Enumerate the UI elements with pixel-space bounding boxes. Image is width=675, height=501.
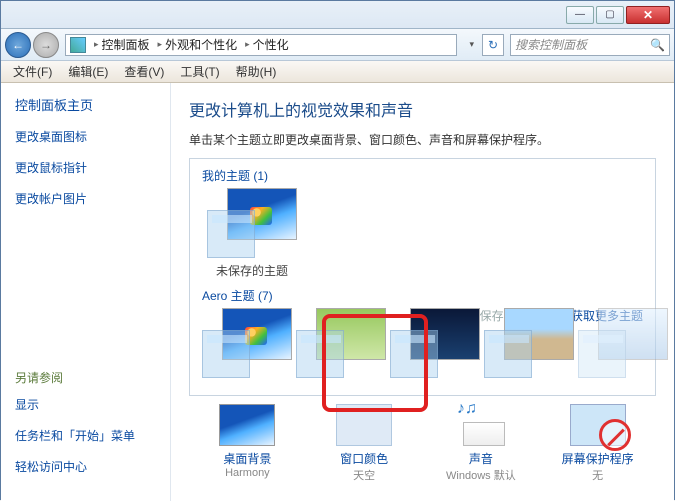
option-sound[interactable]: 声音 Windows 默认 [431,404,531,483]
crumb-control-panel[interactable]: ▸控制面板 [90,36,154,53]
back-button[interactable]: ← [5,32,31,58]
refresh-button[interactable]: ↻ [482,34,504,56]
sidebar-link-account-picture[interactable]: 更改帐户图片 [15,190,156,207]
content-pane: 更改计算机上的视觉效果和声音 单击某个主题立即更改桌面背景、窗口颜色、声音和屏幕… [171,83,674,501]
aero-themes-label: Aero 主题 (7) [202,287,643,304]
my-themes-label: 我的主题 (1) [202,167,643,184]
maximize-button[interactable]: ▢ [596,6,624,24]
sidebar-link-mouse-pointers[interactable]: 更改鼠标指针 [15,159,156,176]
page-heading: 更改计算机上的视觉效果和声音 [189,97,656,121]
see-also-label: 另请参阅 [15,369,156,386]
option-window-color[interactable]: 窗口颜色 天空 [314,404,414,483]
sidebar: 控制面板主页 更改桌面图标 更改鼠标指针 更改帐户图片 另请参阅 显示 任务栏和… [1,83,171,501]
search-placeholder: 搜索控制面板 [515,36,587,53]
sidebar-link-ease-of-access[interactable]: 轻松访问中心 [15,458,156,475]
theme-aero-4[interactable] [484,308,574,382]
sound-icon [453,404,509,446]
forward-button: → [33,32,59,58]
close-button[interactable]: ✕ [626,6,670,24]
theme-aero-1[interactable] [202,308,292,382]
theme-aero-5[interactable] [578,308,668,382]
window-titlebar: — ▢ ✕ [1,1,674,29]
menu-view[interactable]: 查看(V) [118,63,170,80]
personalization-options: 桌面背景 Harmony 窗口颜色 天空 声音 Windows 默认 屏幕保护程… [189,404,656,483]
screensaver-icon [570,404,626,446]
crumb-personalization[interactable]: ▸个性化 [241,36,293,53]
sidebar-link-taskbar-start[interactable]: 任务栏和「开始」菜单 [15,427,156,444]
menu-help[interactable]: 帮助(H) [230,63,283,80]
option-screensaver[interactable]: 屏幕保护程序 无 [548,404,648,483]
window-color-overlay-icon [207,210,255,258]
search-icon: 🔍 [650,38,665,52]
themes-panel: 我的主题 (1) 未保存的主题 保存主题 联机获取更多主题 Aero 主题 (7… [189,158,656,396]
page-subtext: 单击某个主题立即更改桌面背景、窗口颜色、声音和屏幕保护程序。 [189,131,656,148]
sidebar-home[interactable]: 控制面板主页 [15,95,156,114]
theme-aero-3[interactable] [390,308,480,382]
desktop-background-icon [219,404,275,446]
breadcrumb[interactable]: ▸控制面板 ▸外观和个性化 ▸个性化 [65,34,457,56]
window-color-icon [336,404,392,446]
option-desktop-background[interactable]: 桌面背景 Harmony [197,404,297,483]
control-panel-icon [70,37,86,53]
theme-unsaved[interactable]: 未保存的主题 [202,188,302,279]
chevron-down-icon[interactable]: ▾ [463,39,480,50]
theme-name: 未保存的主题 [202,262,302,279]
sidebar-link-desktop-icons[interactable]: 更改桌面图标 [15,128,156,145]
theme-aero-2[interactable] [296,308,386,382]
navigation-bar: ← → ▸控制面板 ▸外观和个性化 ▸个性化 ▾ ↻ 搜索控制面板 🔍 [1,29,674,61]
menu-file[interactable]: 文件(F) [7,63,58,80]
menu-bar: 文件(F) 编辑(E) 查看(V) 工具(T) 帮助(H) [1,61,674,83]
minimize-button[interactable]: — [566,6,594,24]
menu-edit[interactable]: 编辑(E) [62,63,114,80]
sidebar-link-display[interactable]: 显示 [15,396,156,413]
crumb-appearance[interactable]: ▸外观和个性化 [154,36,242,53]
menu-tools[interactable]: 工具(T) [174,63,225,80]
search-input[interactable]: 搜索控制面板 🔍 [510,34,670,56]
